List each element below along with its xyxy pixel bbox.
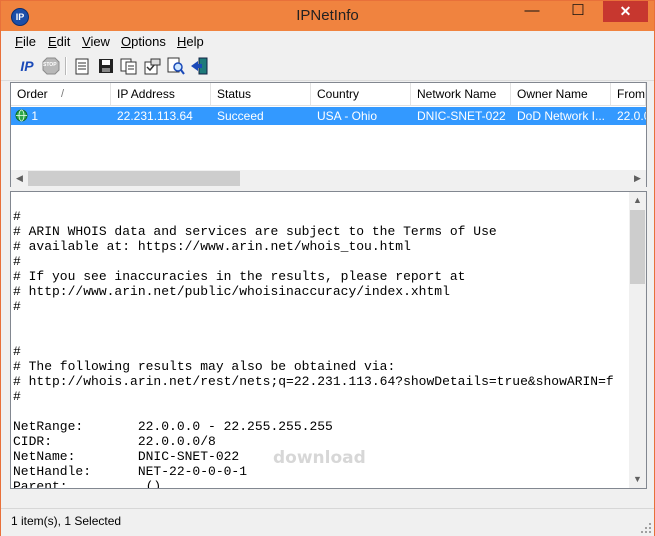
status-bar: 1 item(s), 1 Selected: [1, 508, 654, 536]
text-vertical-scrollbar[interactable]: ▲ ▼: [629, 192, 646, 488]
scrollbar-thumb[interactable]: [630, 210, 645, 284]
column-header-owner-name[interactable]: Owner Name: [511, 83, 611, 105]
scroll-down-icon[interactable]: ▼: [629, 471, 646, 488]
column-header-from[interactable]: From: [611, 83, 646, 105]
stop-icon[interactable]: STOP: [41, 56, 61, 76]
cell-order: 1: [11, 107, 111, 125]
title-bar[interactable]: IP IPNetInfo — ☐ ✕: [1, 1, 654, 31]
toolbar: IP STOP: [1, 52, 654, 81]
cell-owner-name: DoD Network I...: [517, 109, 606, 123]
menu-edit[interactable]: Edit: [48, 34, 70, 49]
cell-network-name: DNIC-SNET-022: [417, 109, 506, 123]
cell-from: 22.0.0.: [617, 109, 646, 123]
close-button[interactable]: ✕: [603, 1, 648, 22]
resize-grip-icon[interactable]: [640, 522, 652, 534]
find-icon[interactable]: [166, 56, 186, 76]
column-header-status[interactable]: Status: [211, 83, 311, 105]
cell-status: Succeed: [217, 109, 264, 123]
watermark: download: [273, 448, 366, 468]
ip-lookup-icon[interactable]: IP: [17, 56, 37, 76]
column-header-order[interactable]: Order /: [11, 83, 111, 105]
status-text: 1 item(s), 1 Selected: [11, 514, 122, 528]
save-icon[interactable]: [96, 56, 116, 76]
cell-ip-address: 22.231.113.64: [117, 109, 193, 123]
table-row[interactable]: 1 22.231.113.64 Succeed USA - Ohio DNIC-…: [11, 107, 646, 125]
scroll-up-icon[interactable]: ▲: [629, 192, 646, 209]
globe-icon: [15, 109, 28, 122]
column-header-ip-address[interactable]: IP Address: [111, 83, 211, 105]
column-header-network-name[interactable]: Network Name: [411, 83, 511, 105]
menu-help[interactable]: Help: [177, 34, 204, 49]
scrollbar-thumb[interactable]: [28, 171, 240, 186]
copy-icon[interactable]: [119, 56, 139, 76]
app-window: IP IPNetInfo — ☐ ✕ File Edit View Option…: [0, 0, 655, 536]
menu-file[interactable]: File: [15, 34, 36, 49]
column-header-country[interactable]: Country: [311, 83, 411, 105]
menu-bar: File Edit View Options Help: [1, 32, 654, 52]
ip-results-list[interactable]: Order / IP Address Status Country Networ…: [10, 82, 647, 188]
sort-indicator-icon: /: [61, 88, 65, 100]
exit-icon[interactable]: [189, 56, 209, 76]
list-header: Order / IP Address Status Country Networ…: [11, 83, 646, 106]
whois-text-panel[interactable]: # # ARIN WHOIS data and services are sub…: [10, 191, 647, 489]
menu-view[interactable]: View: [82, 34, 110, 49]
options-icon[interactable]: [142, 56, 162, 76]
minimize-button[interactable]: —: [515, 1, 549, 23]
whois-text[interactable]: # # ARIN WHOIS data and services are sub…: [13, 209, 628, 488]
cell-country: USA - Ohio: [317, 109, 378, 123]
window-title: IPNetInfo: [296, 7, 359, 24]
scroll-left-icon[interactable]: ◀: [11, 170, 28, 187]
properties-icon[interactable]: [72, 56, 92, 76]
scroll-right-icon[interactable]: ▶: [629, 170, 646, 187]
menu-options[interactable]: Options: [121, 34, 166, 49]
maximize-button[interactable]: ☐: [561, 1, 595, 23]
list-horizontal-scrollbar[interactable]: ◀ ▶: [11, 170, 646, 187]
toolbar-separator: [65, 57, 67, 75]
